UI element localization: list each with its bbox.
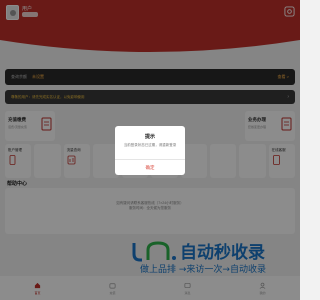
dialog-title: 提示 xyxy=(144,134,155,140)
confirm-button[interactable]: 确定 xyxy=(115,160,185,175)
alert-dialog: 提示 当前登录状态已过期，请重新登录 确定 xyxy=(115,126,185,175)
page-root: 用户 查询余额 未设置 查看 > 尊敬的用户：请先完成实名认证，以免影响使用 ›… xyxy=(0,0,300,300)
dialog-message: 当前登录状态已过期，请重新登录 xyxy=(123,143,177,147)
